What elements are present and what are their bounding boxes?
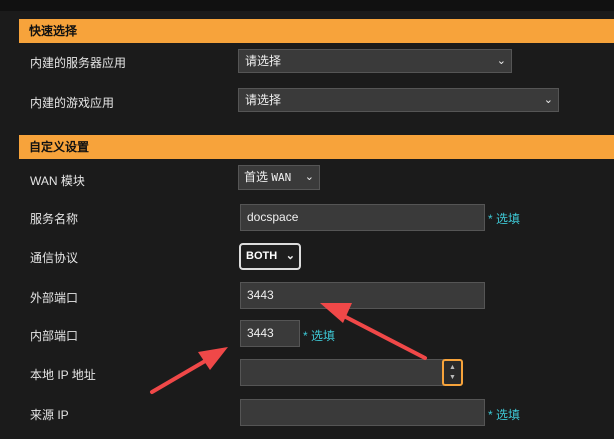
annotation-arrow-internal-port	[150, 347, 228, 394]
annotation-arrow-external-port	[320, 303, 427, 360]
annotation-arrows	[150, 303, 427, 394]
